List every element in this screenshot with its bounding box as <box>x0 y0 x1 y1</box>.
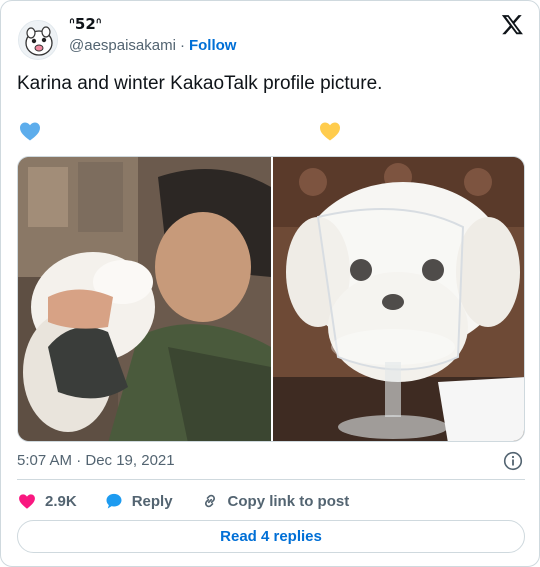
photo-left[interactable] <box>18 157 271 442</box>
avatar[interactable] <box>18 20 58 60</box>
handle[interactable]: @aespaisakami <box>69 37 176 54</box>
yellow-heart-icon <box>320 122 340 141</box>
tweet-text: Karina and winter KakaoTalk profile pict… <box>17 73 383 94</box>
like-count: 2.9K <box>45 492 77 510</box>
reply-bubble-icon <box>106 493 122 509</box>
read-replies-button[interactable]: Read 4 replies <box>17 520 525 553</box>
copy-link-button[interactable]: Copy link to post <box>200 491 350 511</box>
link-icon <box>204 494 215 508</box>
display-name[interactable]: ᐢ𝟱𝟮ᐢ <box>69 15 102 33</box>
like-button[interactable]: 2.9K <box>17 491 77 511</box>
tweet-card: ᐢ𝟱𝟮ᐢ @aespaisakami · Follow Karina and w… <box>0 0 540 567</box>
copy-link-label: Copy link to post <box>227 492 350 510</box>
reply-button[interactable]: Reply <box>104 491 173 511</box>
avatar-image <box>19 21 57 59</box>
action-bar: 2.9K Reply Copy link to post <box>17 490 376 512</box>
reply-label: Reply <box>131 492 173 510</box>
separator: · <box>179 37 185 54</box>
divider <box>17 479 525 480</box>
info-icon[interactable] <box>503 451 523 471</box>
blue-heart-icon <box>20 122 40 141</box>
media-grid[interactable] <box>17 156 525 442</box>
x-logo-icon[interactable] <box>501 13 524 36</box>
heart-icon <box>19 494 35 509</box>
handle-row: @aespaisakami · Follow <box>69 37 236 54</box>
photo-right[interactable] <box>273 157 525 442</box>
timestamp[interactable]: 5:07 AM · Dec 19, 2021 <box>17 452 175 469</box>
follow-button[interactable]: Follow <box>189 37 237 54</box>
